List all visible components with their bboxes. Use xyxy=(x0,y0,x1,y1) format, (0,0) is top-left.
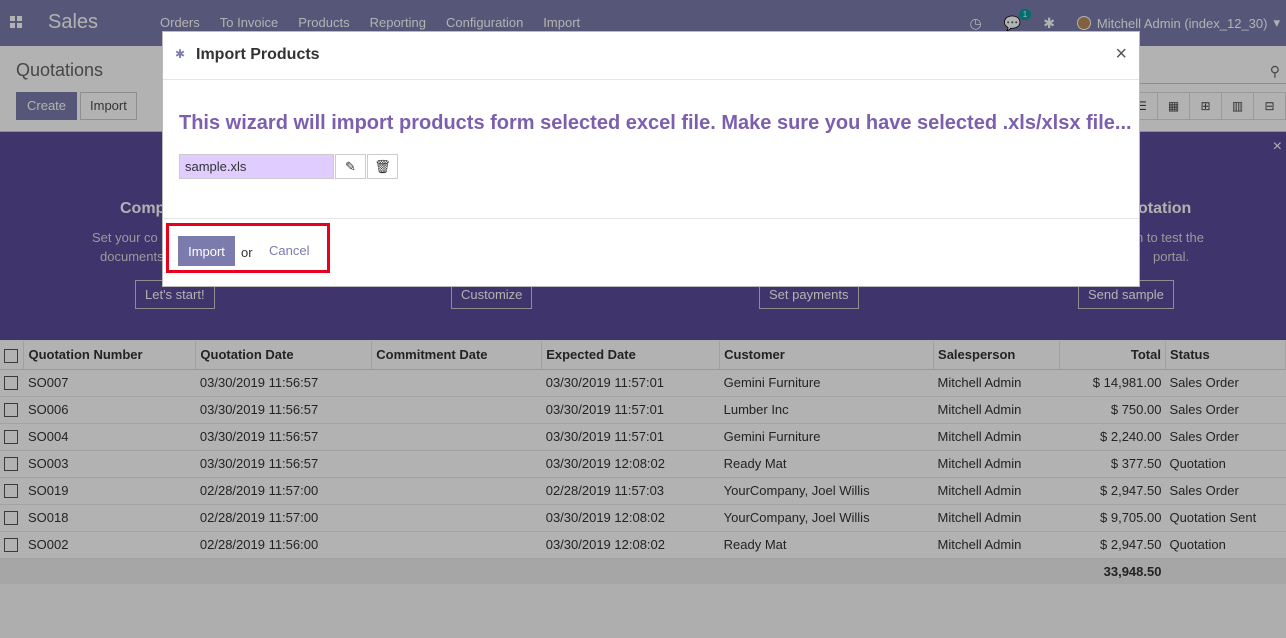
cancel-button[interactable]: Cancel xyxy=(269,243,309,258)
close-icon[interactable]: × xyxy=(1115,43,1127,66)
modal-footer: Import or Cancel xyxy=(163,219,1139,287)
modal-title: Import Products xyxy=(196,46,320,63)
or-label: or xyxy=(241,245,253,260)
modal-body: This wizard will import products form se… xyxy=(163,80,1139,219)
trash-icon: 🗑 xyxy=(374,158,391,174)
debug-bug-icon: ✱ xyxy=(175,47,186,61)
wizard-message: This wizard will import products form se… xyxy=(179,112,1132,134)
import-products-dialog: ✱ Import Products × This wizard will imp… xyxy=(162,31,1140,287)
file-field[interactable]: sample.xls xyxy=(179,154,334,179)
import-button[interactable]: Import xyxy=(178,236,235,266)
delete-file-button[interactable]: 🗑 xyxy=(367,154,398,179)
modal-header: ✱ Import Products × xyxy=(163,32,1139,80)
edit-file-button[interactable]: ✎ xyxy=(335,154,366,179)
pencil-icon: ✎ xyxy=(345,158,356,174)
